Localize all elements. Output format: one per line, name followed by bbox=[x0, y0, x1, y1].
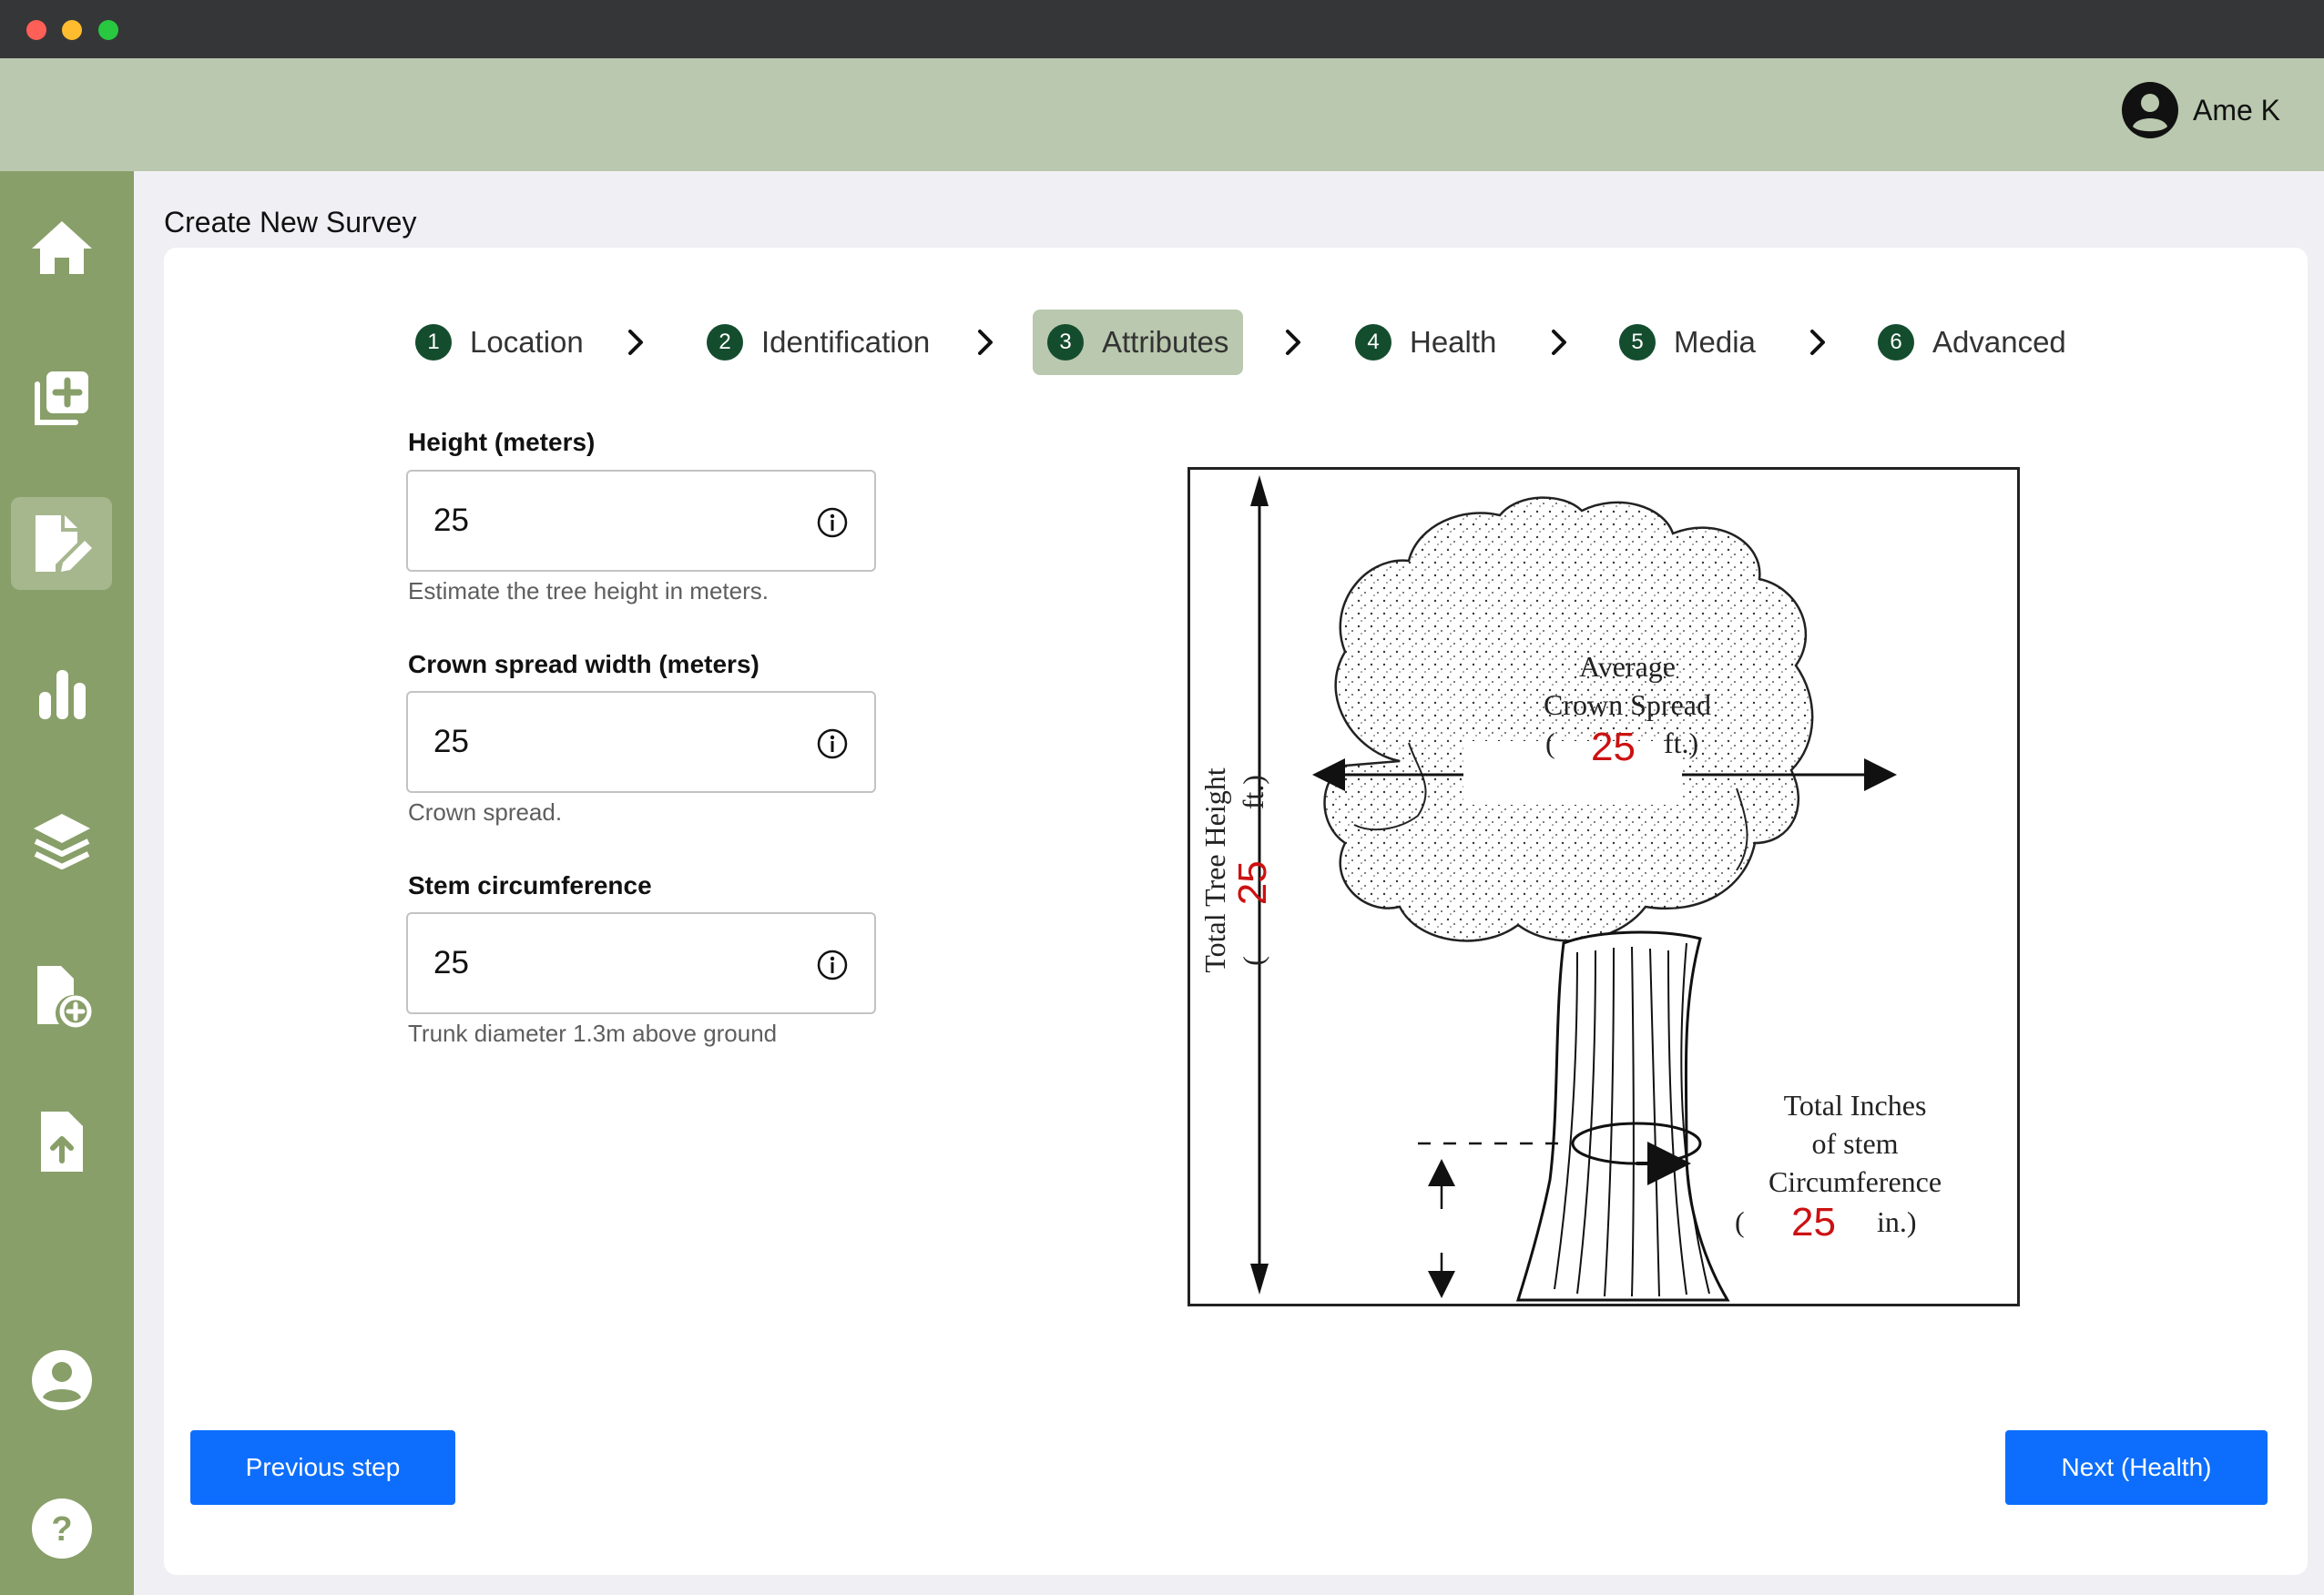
step-health[interactable]: 4 Health bbox=[1340, 310, 1511, 375]
chevron-right-icon bbox=[1286, 330, 1300, 355]
height-value-row: ( 25 ft.) bbox=[1230, 775, 1275, 966]
step-label: Attributes bbox=[1102, 325, 1229, 359]
layers-icon bbox=[33, 814, 90, 869]
sidebar: ? bbox=[0, 171, 134, 1595]
file-pen-icon bbox=[35, 515, 92, 572]
height-diagram-value: 25 bbox=[1230, 860, 1275, 906]
file-upload-icon bbox=[40, 1112, 83, 1172]
sidebar-item-layers[interactable] bbox=[11, 796, 112, 889]
sidebar-item-profile[interactable] bbox=[11, 1334, 112, 1427]
step-attributes[interactable]: 3 Attributes bbox=[1033, 310, 1244, 375]
height-value: 25 bbox=[433, 503, 469, 538]
height-label: Height (meters) bbox=[408, 428, 596, 456]
step-number: 2 bbox=[707, 324, 743, 361]
height-title: Total Tree Height bbox=[1198, 767, 1231, 973]
step-location[interactable]: 1 Location bbox=[401, 310, 598, 375]
sidebar-item-statistics[interactable] bbox=[11, 648, 112, 741]
crown-open-paren: ( bbox=[1545, 726, 1555, 759]
sidebar-item-home[interactable] bbox=[11, 201, 112, 294]
user-circle-icon bbox=[31, 1350, 92, 1410]
height-input[interactable]: 25 bbox=[406, 470, 876, 572]
step-number: 1 bbox=[415, 324, 452, 361]
bar-chart-icon bbox=[38, 670, 86, 719]
stem-circumference-input[interactable]: 25 bbox=[406, 912, 876, 1014]
user-menu[interactable]: Ame K bbox=[2120, 78, 2280, 142]
top-header: Ame K bbox=[0, 58, 2324, 171]
step-number: 5 bbox=[1619, 324, 1656, 361]
chevron-right-icon bbox=[1552, 330, 1566, 355]
stem-circumference-help-text: Trunk diameter 1.3m above ground bbox=[408, 1020, 778, 1047]
step-number: 6 bbox=[1878, 324, 1914, 361]
window-titlebar bbox=[0, 0, 2324, 58]
crown-title-line-1: Average bbox=[1579, 650, 1676, 683]
sidebar-item-help[interactable]: ? bbox=[11, 1482, 112, 1575]
crown-spread-label: Crown spread width (meters) bbox=[408, 650, 759, 678]
file-plus-icon bbox=[36, 966, 91, 1028]
stem-title-line-1: Total Inches bbox=[1783, 1089, 1927, 1122]
step-label: Location bbox=[470, 325, 584, 359]
crown-spread-diagram-value: 25 bbox=[1591, 725, 1636, 769]
chevron-right-icon bbox=[978, 330, 993, 355]
sidebar-item-add-survey[interactable] bbox=[11, 351, 112, 444]
info-icon[interactable] bbox=[816, 506, 849, 539]
maximize-window-button[interactable] bbox=[98, 20, 118, 40]
info-icon[interactable] bbox=[816, 727, 849, 760]
chevron-right-icon bbox=[628, 330, 643, 355]
chevron-right-icon bbox=[1810, 330, 1825, 355]
height-help-text: Estimate the tree height in meters. bbox=[408, 577, 769, 604]
step-advanced[interactable]: 6 Advanced bbox=[1863, 310, 2081, 375]
height-unit: ft.) bbox=[1237, 775, 1269, 810]
stem-title-line-2: of stem bbox=[1811, 1127, 1899, 1160]
home-icon bbox=[31, 221, 92, 274]
step-number: 4 bbox=[1355, 324, 1391, 361]
svg-text:?: ? bbox=[51, 1510, 72, 1549]
sidebar-item-edit-survey[interactable] bbox=[11, 497, 112, 590]
stem-circumference-value: 25 bbox=[433, 945, 469, 980]
step-identification[interactable]: 2 Identification bbox=[692, 310, 944, 375]
close-window-button[interactable] bbox=[26, 20, 46, 40]
height-open-paren: ( bbox=[1237, 956, 1269, 966]
stem-title-line-3: Circumference bbox=[1768, 1165, 1942, 1198]
height-label-rotated: Total Tree Height ( 25 ft.) bbox=[1195, 661, 1277, 1080]
stem-unit: in.) bbox=[1877, 1205, 1917, 1238]
user-avatar-icon bbox=[2121, 82, 2178, 138]
help-circle-icon: ? bbox=[31, 1498, 92, 1559]
step-label: Health bbox=[1410, 325, 1497, 359]
tree-measurement-diagram: Average Crown Spread ( 25 ft.) Total Tre… bbox=[1187, 467, 2020, 1306]
step-label: Advanced bbox=[1932, 325, 2066, 359]
sidebar-item-new-file[interactable] bbox=[11, 950, 112, 1042]
step-label: Identification bbox=[761, 325, 931, 359]
previous-step-button[interactable]: Previous step bbox=[190, 1430, 455, 1505]
step-number: 3 bbox=[1047, 324, 1084, 361]
crown-spread-input[interactable]: 25 bbox=[406, 691, 876, 793]
info-icon[interactable] bbox=[816, 949, 849, 981]
stem-diagram-value: 25 bbox=[1791, 1200, 1836, 1245]
survey-form-card: 1 Location 2 Identification 3 Attributes… bbox=[164, 248, 2308, 1575]
tree-trunk bbox=[1515, 930, 1730, 1302]
crown-spread-value: 25 bbox=[433, 724, 469, 759]
step-media[interactable]: 5 Media bbox=[1605, 310, 1770, 375]
stem-circumference-label: Stem circumference bbox=[408, 871, 652, 899]
page-title: Create New Survey bbox=[164, 206, 417, 239]
next-step-button[interactable]: Next (Health) bbox=[2005, 1430, 2268, 1505]
sidebar-item-upload[interactable] bbox=[11, 1095, 112, 1188]
stepper: 1 Location 2 Identification 3 Attributes… bbox=[164, 310, 2308, 375]
copy-plus-icon bbox=[34, 371, 88, 425]
step-label: Media bbox=[1674, 325, 1756, 359]
user-name: Ame K bbox=[2192, 93, 2280, 127]
crown-unit: ft.) bbox=[1664, 726, 1699, 759]
crown-title-line-2: Crown Spread bbox=[1544, 688, 1711, 721]
stem-open-paren: ( bbox=[1735, 1205, 1745, 1238]
crown-spread-help-text: Crown spread. bbox=[408, 798, 563, 826]
minimize-window-button[interactable] bbox=[62, 20, 82, 40]
